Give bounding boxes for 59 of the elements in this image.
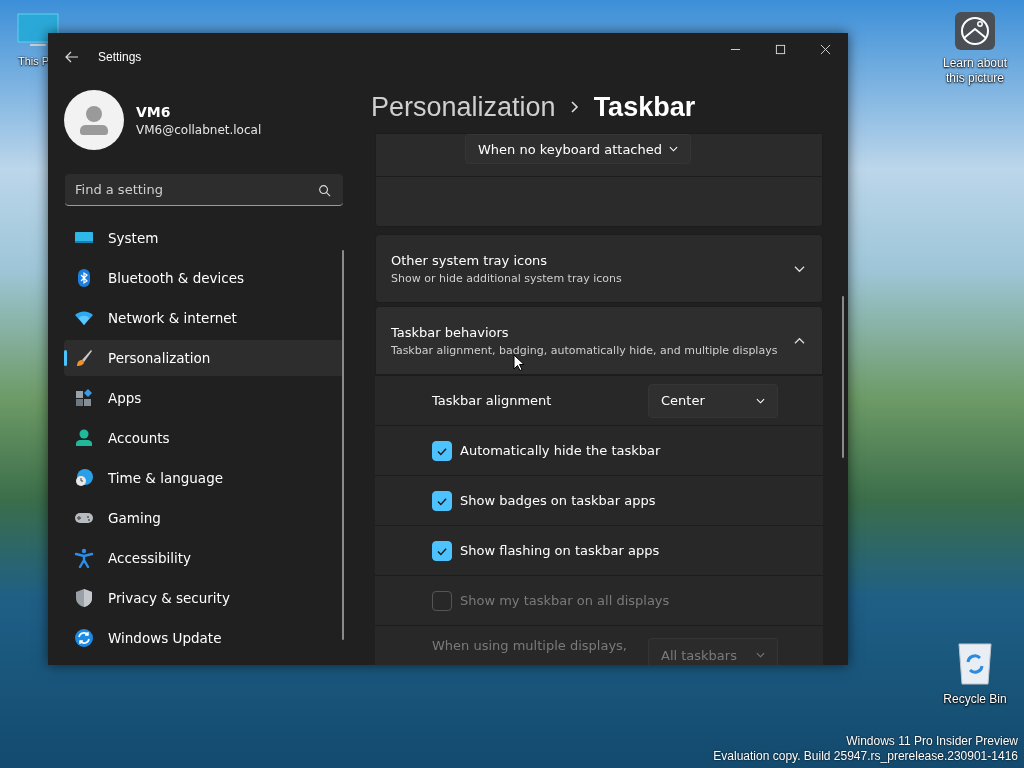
dropdown[interactable]: When no keyboard attached (465, 134, 691, 164)
search-icon[interactable] (318, 184, 331, 197)
avatar-icon (64, 90, 124, 150)
checkbox-label: Show flashing on taskbar apps (460, 543, 660, 558)
trash-bin-icon[interactable] (955, 640, 995, 686)
setting-title: Taskbar behaviors (391, 324, 510, 340)
setting-title: Other system tray icons (391, 252, 549, 268)
globe-clock-icon (74, 468, 94, 488)
dropdown[interactable]: Center (648, 383, 778, 418)
apps-grid-icon (74, 388, 94, 408)
monitor-icon[interactable] (16, 12, 60, 48)
chevron-up-icon (793, 335, 806, 346)
mouse-pointer-icon (513, 354, 525, 372)
chevron-down-icon (756, 652, 765, 658)
setting-description: Taskbar alignment, badging, automatically hide, and multiple displays (391, 343, 779, 357)
scrollbar[interactable] (842, 296, 844, 458)
setting-label: When using multiple displays, (432, 638, 628, 653)
sidebar-item[interactable]: Apps (64, 380, 344, 416)
scrollbar[interactable] (342, 250, 344, 640)
expander-header[interactable]: Other system tray icons Show or hide additional system tray icons (375, 234, 823, 303)
sidebar-item[interactable]: Windows Update (64, 620, 344, 656)
shield-icon (74, 588, 94, 608)
chevron-down-icon (669, 146, 678, 152)
window-title: Settings (98, 50, 142, 64)
back-arrow-icon[interactable] (64, 49, 80, 65)
checkbox[interactable] (432, 540, 452, 561)
watermark-text: Evaluation copy. Build 25947.rs_prerelease.230901-1416 (713, 749, 1018, 764)
sidebar-item[interactable]: Network & internet (64, 300, 344, 336)
sidebar-item[interactable]: System (64, 220, 344, 256)
sidebar-item[interactable]: Accounts (64, 420, 344, 456)
checkbox-label: Automatically hide the taskbar (460, 443, 661, 458)
desktop-icon-label[interactable]: Recycle Bin (943, 692, 1007, 707)
checkbox-label: Show my taskbar on all displays (460, 593, 670, 608)
checkbox[interactable] (432, 490, 452, 511)
checkbox[interactable] (432, 440, 452, 461)
refresh-arrows-icon (74, 628, 94, 648)
breadcrumb-parent[interactable]: Personalization (371, 91, 556, 123)
sidebar-item[interactable]: Gaming (64, 500, 344, 536)
sidebar-item[interactable]: Privacy & security (64, 580, 344, 616)
chevron-down-icon (756, 397, 765, 404)
watermark-text: Windows 11 Pro Insider Preview (846, 734, 1018, 749)
sidebar-item[interactable]: Personalization (64, 340, 344, 376)
sidebar-item[interactable]: Bluetooth & devices (64, 260, 344, 296)
chevron-right-icon (569, 100, 580, 114)
setting-label: Taskbar alignment (432, 393, 553, 408)
paintbrush-icon (74, 348, 94, 368)
accessibility-person-icon (74, 548, 94, 568)
picture-info-icon[interactable] (955, 12, 995, 50)
account-email: VM6@collabnet.local (136, 122, 262, 137)
chevron-down-icon (793, 263, 806, 274)
search-field[interactable]: Find a setting (65, 174, 343, 206)
sidebar-item[interactable]: Accessibility (64, 540, 344, 576)
checkbox-label: Show badges on taskbar apps (460, 493, 656, 508)
expander-header[interactable]: Taskbar behaviors Taskbar alignment, badging, automatically hide, and multiple displays (375, 306, 823, 375)
page-title: Taskbar (593, 91, 696, 123)
account-name: VM6 (136, 103, 172, 120)
setting-description: Show or hide additional system tray icons (391, 271, 623, 285)
person-icon (74, 428, 94, 448)
sidebar-item[interactable]: Time & language (64, 460, 344, 496)
